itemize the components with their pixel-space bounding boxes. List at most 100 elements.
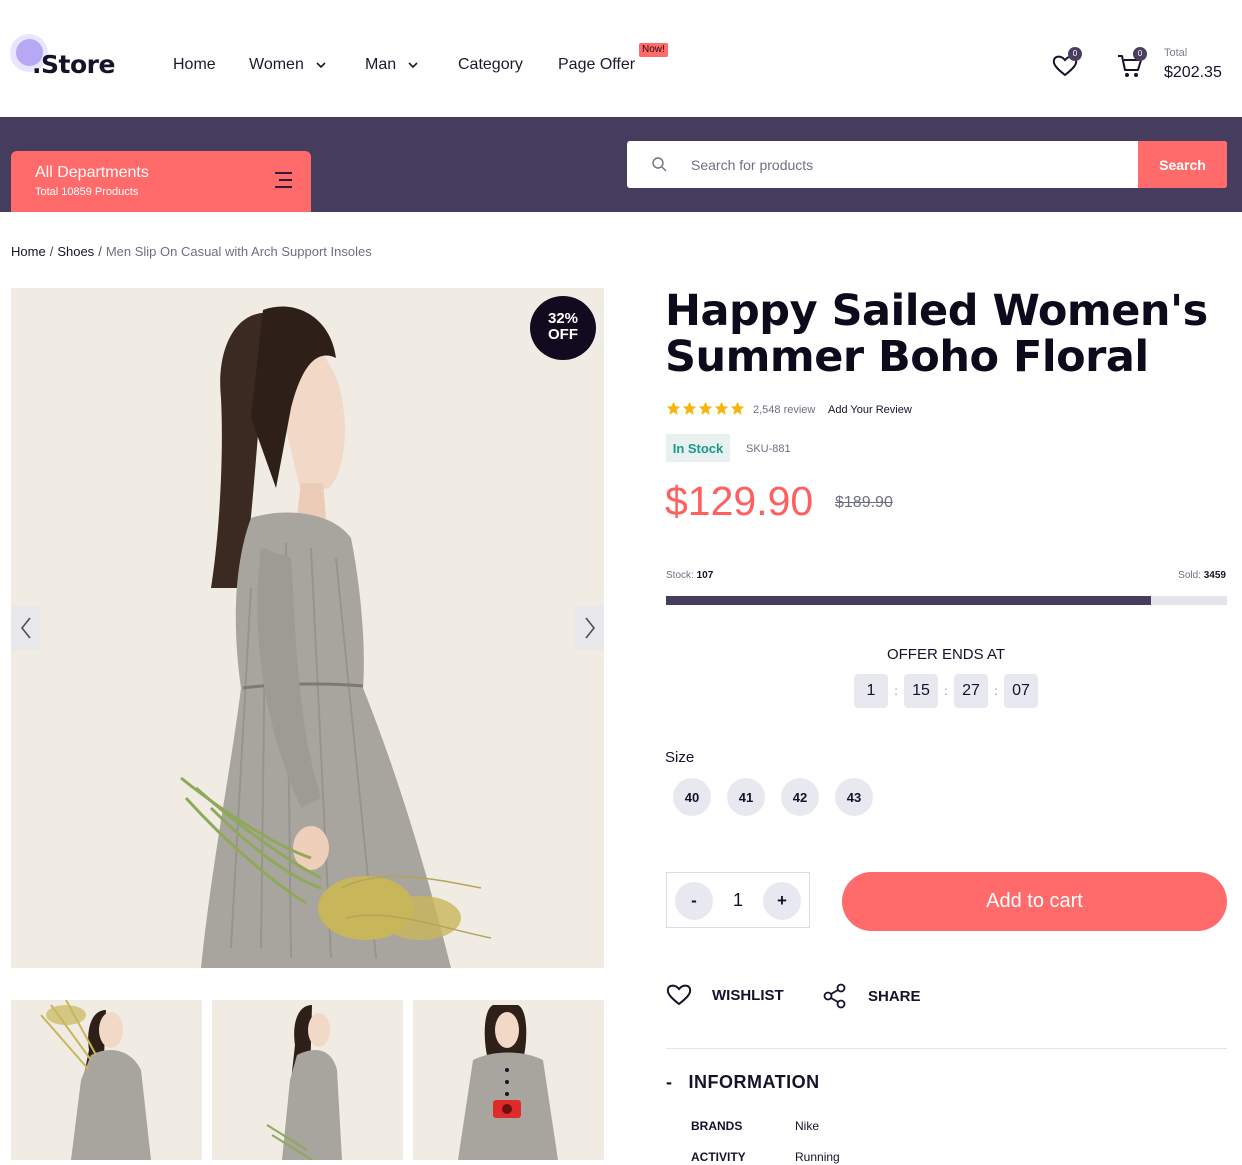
quantity-value[interactable]: 1: [719, 890, 757, 911]
chevron-left-icon: [20, 617, 31, 639]
product-main-image: [11, 288, 604, 968]
add-to-cart-button[interactable]: Add to cart: [842, 872, 1227, 931]
size-option-43[interactable]: 43: [835, 778, 873, 816]
chevron-down-icon: [408, 62, 418, 69]
timer-hours: 15: [904, 674, 938, 708]
thumbnail-image: [458, 1005, 558, 1160]
search-input[interactable]: [691, 141, 1131, 188]
information-toggle[interactable]: - INFORMATION: [666, 1072, 820, 1093]
quantity-increase-button[interactable]: +: [763, 882, 801, 920]
gallery-prev-button[interactable]: [11, 606, 40, 650]
size-label: Size: [665, 749, 695, 766]
breadcrumb: Home / Shoes / Men Slip On Casual with Arch …: [11, 244, 372, 259]
size-option-40[interactable]: 40: [673, 778, 711, 816]
timer-days: 1: [854, 674, 888, 708]
breadcrumb-home[interactable]: Home: [11, 244, 46, 259]
chevron-right-icon: [584, 617, 595, 639]
timer-seconds: 07: [1004, 674, 1038, 708]
stock-count: Stock: 107: [666, 570, 713, 581]
search-button[interactable]: Search: [1138, 141, 1227, 188]
size-option-41[interactable]: 41: [727, 778, 765, 816]
info-key: BRANDS: [691, 1119, 743, 1133]
sold-progress-fill: [666, 596, 1152, 605]
store-logo[interactable]: .Store: [10, 34, 130, 84]
thumbnail-2[interactable]: [212, 1000, 403, 1160]
discount-badge: 32% OFF: [530, 296, 596, 360]
nav-item-women[interactable]: Women: [249, 56, 326, 74]
thumbnail-3[interactable]: [413, 1000, 604, 1160]
nav-item-home[interactable]: Home: [173, 56, 216, 74]
discount-off: OFF: [548, 326, 578, 343]
info-key: ACTIVITY: [691, 1150, 746, 1164]
nav-item-page-offer[interactable]: Page Offer: [558, 56, 635, 74]
gallery-next-button[interactable]: [575, 606, 604, 650]
star-icon: [714, 401, 729, 415]
breadcrumb-separator: /: [49, 244, 54, 259]
breadcrumb-shoes[interactable]: Shoes: [57, 244, 94, 259]
timer-separator: :: [894, 684, 898, 698]
search-box: Search: [627, 141, 1227, 188]
sold-progress-bar: [666, 596, 1227, 605]
departments-count: Total 10859 Products: [35, 186, 139, 198]
discount-percent: 32%: [547, 310, 579, 327]
woman-in-dress-illustration: [180, 306, 492, 968]
star-icon: [730, 401, 745, 415]
divider: [666, 1048, 1227, 1049]
old-price: $189.90: [835, 494, 893, 511]
size-options: 40 41 42 43: [673, 778, 873, 816]
timer-separator: :: [994, 684, 998, 698]
nav-label: Page Offer: [558, 56, 636, 73]
menu-icon: [275, 172, 292, 188]
current-price: $129.90: [665, 478, 814, 524]
wishlist-label: WISHLIST: [712, 986, 784, 1004]
share-label: SHARE: [868, 987, 921, 1005]
quantity-decrease-button[interactable]: -: [675, 882, 713, 920]
rating-stars: [666, 401, 745, 416]
stock-count-label: Stock:: [666, 570, 694, 581]
cart-total-value: $202.35: [1164, 64, 1222, 81]
new-badge: Now!: [639, 43, 668, 57]
countdown-timer: 1 : 15 : 27 : 07: [854, 674, 1038, 708]
wishlist-button[interactable]: WISHLIST: [666, 983, 784, 1007]
nav-item-man[interactable]: Man: [365, 56, 418, 74]
share-button[interactable]: SHARE: [822, 983, 921, 1009]
breadcrumb-separator: /: [98, 244, 102, 259]
add-review-link[interactable]: Add Your Review: [828, 404, 912, 416]
nav-label: Home: [173, 56, 216, 73]
share-icon: [823, 983, 846, 1009]
thumbnail-image: [266, 1005, 342, 1160]
thumbnail-1[interactable]: [11, 1000, 202, 1160]
heart-icon: [666, 984, 692, 1006]
review-count[interactable]: 2,548 review: [753, 404, 815, 416]
breadcrumb-current: Men Slip On Casual with Arch Support Ins…: [105, 244, 372, 259]
star-icon: [666, 401, 681, 415]
size-option-42[interactable]: 42: [781, 778, 819, 816]
sold-count-value: 3459: [1203, 570, 1226, 581]
departments-label: All Departments: [35, 164, 149, 181]
chevron-down-icon: [316, 62, 326, 69]
collapse-icon: -: [666, 1072, 673, 1092]
star-icon: [698, 401, 713, 415]
wishlist-count: 0: [1068, 47, 1082, 61]
cart-total-label: Total: [1164, 47, 1188, 59]
sold-count-label: Sold:: [1178, 570, 1201, 581]
department-search-bar: All Departments Total 10859 Products Sea…: [0, 117, 1242, 212]
cart-count: 0: [1133, 47, 1147, 61]
product-title: Happy Sailed Women's Summer Boho Floral: [665, 286, 1208, 382]
stock-count-value: 107: [696, 570, 714, 581]
nav-item-category[interactable]: Category: [458, 56, 523, 74]
thumbnail-image: [40, 1000, 151, 1160]
star-icon: [682, 401, 697, 415]
all-departments-button[interactable]: All Departments Total 10859 Products: [11, 151, 311, 212]
stock-status-badge: In Stock: [666, 434, 730, 462]
sold-count: Sold: 3459: [1178, 570, 1226, 581]
info-value: Nike: [795, 1119, 820, 1133]
offer-ends-label: OFFER ENDS AT: [886, 646, 1006, 663]
nav-label: Man: [365, 56, 397, 73]
sku: SKU-881: [746, 443, 791, 455]
quantity-stepper: - 1 +: [666, 872, 810, 928]
site-header: .Store Home Women Man Category Page Offe…: [0, 0, 1242, 117]
timer-separator: :: [944, 684, 948, 698]
info-value: Running: [795, 1150, 840, 1164]
nav-label: Category: [458, 56, 523, 73]
